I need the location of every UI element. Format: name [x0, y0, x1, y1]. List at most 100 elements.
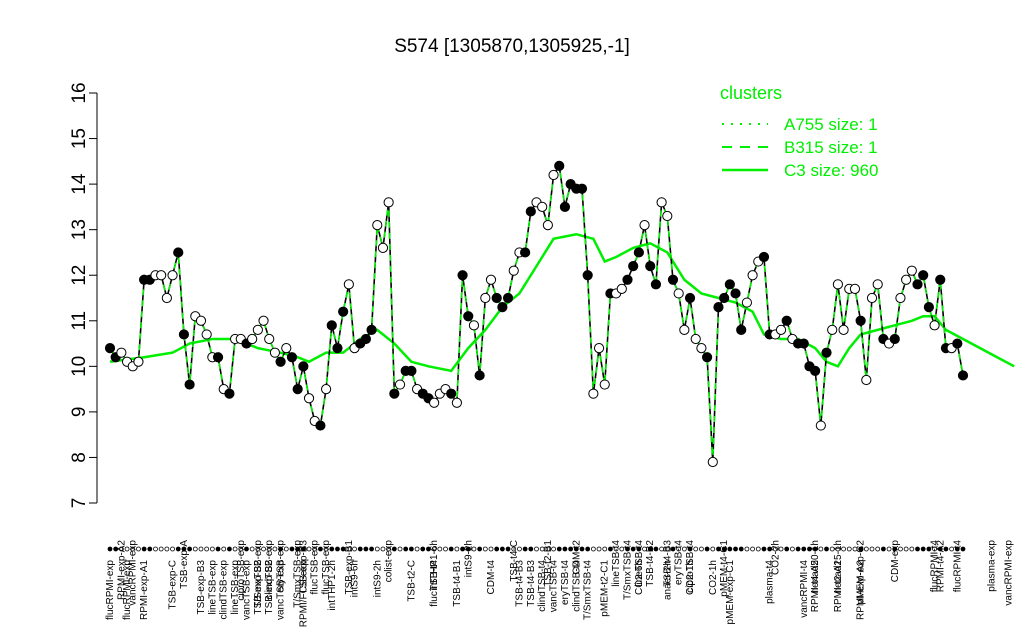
data-point	[559, 201, 571, 212]
rug-mark	[790, 546, 795, 552]
data-point	[201, 329, 212, 340]
rug-mark	[784, 546, 790, 552]
data-point	[684, 292, 696, 304]
series-connector-line	[109, 163, 964, 463]
y-axis: 7 8 9 10 11 12 13 14 15 16	[69, 82, 98, 508]
data-point	[645, 261, 656, 272]
data-point	[537, 201, 548, 212]
rug-mark	[414, 546, 420, 552]
rug-mark	[534, 546, 539, 552]
rug-mark	[170, 546, 175, 552]
x-tick-label-top: colist-exp	[384, 540, 395, 583]
data-point	[133, 356, 144, 367]
data-point	[491, 292, 502, 304]
data-point	[104, 343, 116, 354]
x-tick-label-bottom: flucRPMI-exp	[122, 560, 133, 620]
data-point	[320, 384, 332, 395]
y-tick-label: 8	[69, 452, 90, 463]
data-point	[781, 315, 792, 326]
data-point	[866, 292, 878, 304]
data-point	[639, 220, 650, 231]
rug-mark	[215, 546, 221, 552]
rug-mark	[141, 546, 147, 552]
legend-label-a755: A755 size: 1	[784, 115, 878, 134]
y-tick-label: 14	[69, 173, 90, 195]
data-point	[372, 220, 383, 231]
data-point	[667, 274, 679, 285]
data-point	[554, 160, 565, 171]
rug-mark	[699, 546, 704, 552]
data-points	[104, 160, 969, 468]
data-point	[281, 343, 292, 354]
data-point	[457, 270, 468, 281]
x-tick-label-bottom: T/SmxTSB-t4	[583, 560, 594, 620]
x-tick-label-bottom: anaer-2h	[662, 560, 673, 600]
rug-mark	[192, 546, 198, 552]
rug-mark	[397, 546, 403, 552]
rug-mark	[198, 546, 204, 552]
rug-mark	[107, 546, 113, 552]
x-tick-label-bottom: eryTSB-t4	[560, 560, 571, 605]
rug-mark	[602, 546, 608, 552]
cluster-c3-curve	[109, 232, 1015, 373]
rug-mark	[494, 546, 500, 552]
data-point	[406, 365, 417, 376]
data-point	[730, 288, 741, 299]
cluster-line	[109, 232, 1015, 373]
data-point	[633, 247, 644, 258]
data-point	[377, 242, 389, 253]
rug-mark	[158, 546, 164, 552]
data-point	[520, 247, 531, 258]
data-point	[429, 397, 440, 408]
data-point	[394, 379, 406, 390]
data-point	[832, 279, 843, 290]
data-point	[548, 169, 559, 181]
data-point	[292, 384, 303, 395]
rug-mark	[164, 546, 170, 552]
data-point	[758, 251, 770, 263]
data-point	[343, 279, 354, 290]
data-point	[719, 292, 730, 304]
data-point	[502, 292, 514, 304]
x-tick-label-bottom: RPMI/FCS-exp	[298, 560, 309, 628]
data-point	[861, 374, 872, 386]
rug-mark	[420, 546, 426, 552]
data-point	[360, 333, 371, 345]
data-point	[821, 347, 832, 358]
x-tick-label-top: T/SmxTSB-t4	[622, 540, 633, 600]
x-tick-label-bottom: clindTSB-exp	[219, 560, 230, 620]
data-point	[696, 343, 707, 354]
data-point	[952, 338, 963, 349]
rug-mark	[408, 546, 414, 552]
y-tick-label: 9	[69, 407, 90, 418]
data-point	[275, 356, 286, 367]
rug-mark	[869, 546, 875, 552]
rug-mark	[710, 546, 716, 552]
data-point	[184, 379, 195, 390]
data-point	[315, 420, 326, 431]
rug-mark	[733, 546, 738, 552]
x-tick-label-bottom: TSB-t2-C	[406, 560, 417, 602]
legend-label-c3: C3 size: 960	[784, 161, 879, 180]
rug-mark	[448, 546, 454, 552]
data-point	[383, 197, 394, 208]
data-point	[741, 297, 753, 308]
data-point	[929, 320, 940, 331]
data-point	[173, 247, 184, 258]
rug-mark	[556, 546, 562, 552]
data-point	[798, 338, 809, 349]
data-point	[298, 361, 309, 372]
data-point	[935, 274, 946, 285]
connector-line	[109, 163, 964, 463]
x-tick-label-bottom: TSB-exp-B2	[253, 560, 264, 615]
x-tick-label-top: plasma-exp	[986, 540, 997, 592]
x-tick-label-top: flucRPMI-t4	[952, 540, 963, 593]
rug-mark	[738, 546, 744, 552]
data-point	[736, 324, 747, 335]
x-tick-label-top: lineTSB-t4	[611, 540, 622, 587]
data-point	[702, 352, 713, 363]
data-point	[338, 306, 349, 317]
data-point	[167, 270, 178, 281]
x-tick-label-bottom: clindTSB-t4	[571, 560, 582, 612]
x-tick-label-bottom: CO2-1h	[708, 560, 719, 595]
